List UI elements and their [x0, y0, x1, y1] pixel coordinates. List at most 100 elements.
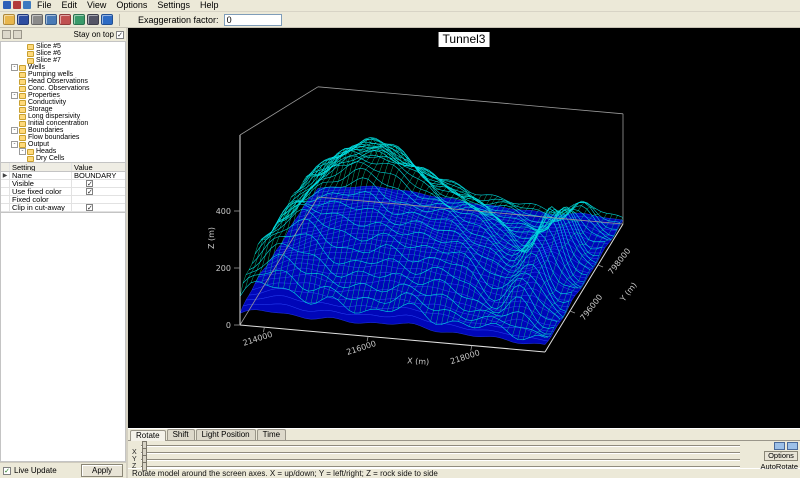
settings-grid-row[interactable]: ▶NameBOUNDARY: [1, 172, 125, 180]
tree-item-label: Wells: [28, 64, 45, 71]
menu-options[interactable]: Options: [111, 0, 152, 10]
tree-item[interactable]: Head Observations: [1, 78, 125, 85]
application-window: FileEditViewOptionsSettingsHelp Exaggera…: [0, 0, 800, 478]
copy-icon[interactable]: [45, 14, 57, 25]
exaggeration-factor-input[interactable]: [224, 14, 282, 26]
status-text: Rotate model around the screen axes. X =…: [132, 469, 438, 478]
menu-help[interactable]: Help: [195, 0, 224, 10]
print-icon[interactable]: [31, 14, 43, 25]
expand-all-icon[interactable]: [2, 30, 11, 39]
tab-time[interactable]: Time: [257, 429, 286, 440]
tree-item[interactable]: -Boundaries: [1, 127, 125, 134]
main-slider[interactable]: [141, 444, 740, 447]
rotation-controls-panel: RotateShiftLight PositionTime XYZ Option…: [128, 428, 800, 468]
grid-selector-column: [1, 163, 10, 171]
value-checkbox[interactable]: ✓: [86, 180, 93, 187]
value-checkbox[interactable]: ✓: [86, 204, 93, 211]
help-icon[interactable]: [101, 14, 113, 25]
folder-icon: [19, 142, 26, 148]
reset-view-button[interactable]: [787, 442, 798, 450]
tree-item-label: Initial concentration: [28, 120, 88, 127]
collapse-all-icon[interactable]: [13, 30, 22, 39]
tree-item[interactable]: Pumping wells: [1, 71, 125, 78]
open-folder-icon[interactable]: [3, 14, 15, 25]
toolbar-separator: [119, 14, 120, 26]
autorotate-button[interactable]: AutoRotate: [760, 462, 798, 471]
tree-item[interactable]: Conc. Observations: [1, 85, 125, 92]
model-icon[interactable]: [13, 1, 21, 9]
menu-settings[interactable]: Settings: [152, 0, 195, 10]
settings-grid-row[interactable]: Clip in cut-away✓: [1, 204, 125, 212]
grid-icon[interactable]: [73, 14, 85, 25]
plot-title[interactable]: Tunnel3: [439, 32, 490, 47]
tree-expander-icon[interactable]: -: [11, 92, 18, 99]
settings-grid-row[interactable]: Visible✓: [1, 180, 125, 188]
stay-on-top-checkbox[interactable]: ✓: [116, 31, 124, 39]
toolbar-icons: [3, 14, 113, 25]
tree-item[interactable]: Conductivity: [1, 99, 125, 106]
row-selector: [1, 188, 10, 195]
capture-button[interactable]: [774, 442, 785, 450]
settings-grid-body: ▶NameBOUNDARYVisible✓Use fixed color✓Fix…: [1, 172, 125, 212]
folder-icon: [27, 149, 34, 155]
live-update-checkbox[interactable]: ✓: [3, 467, 11, 475]
view-icon[interactable]: [23, 1, 31, 9]
tree-item-label: Properties: [28, 92, 60, 99]
tree-expander-icon[interactable]: -: [11, 141, 18, 148]
tree-item[interactable]: Slice #7: [1, 57, 125, 64]
tree-item[interactable]: Flow boundaries: [1, 134, 125, 141]
setting-value[interactable]: [72, 196, 125, 203]
tree-item-label: Dry Cells: [36, 155, 64, 162]
folder-icon: [19, 79, 26, 85]
tree-item[interactable]: Dry Cells: [1, 155, 125, 162]
value-checkbox[interactable]: ✓: [86, 188, 93, 195]
tree-item[interactable]: Storage: [1, 106, 125, 113]
setting-value[interactable]: ✓: [72, 180, 125, 187]
row-selector: [1, 196, 10, 203]
setting-value[interactable]: BOUNDARY: [72, 172, 125, 179]
tree-item[interactable]: - Output: [1, 141, 125, 148]
tab-light-position[interactable]: Light Position: [196, 429, 256, 440]
app-icon[interactable]: [3, 1, 11, 9]
settings-grid-row[interactable]: Use fixed color✓: [1, 188, 125, 196]
surface-plot[interactable]: 0200400Z (m)214000216000218000X (m)79600…: [128, 28, 800, 428]
tree-item[interactable]: -Heads: [1, 148, 125, 155]
tab-rotate[interactable]: Rotate: [130, 430, 166, 441]
tree-item[interactable]: Initial concentration: [1, 120, 125, 127]
tree-item[interactable]: Slice #5: [1, 43, 125, 50]
stay-on-top-label: Stay on top: [74, 30, 114, 39]
main-content: Stay on top ✓ Slice #5Slice #6Slice #7-W…: [0, 28, 800, 478]
slider-z[interactable]: [141, 465, 740, 468]
tree-expander-icon[interactable]: -: [19, 148, 26, 155]
options-button[interactable]: Options: [764, 451, 798, 461]
apply-button[interactable]: Apply: [81, 464, 123, 477]
menu-bar-items: FileEditViewOptionsSettingsHelp: [32, 0, 223, 11]
palette-icon[interactable]: [59, 14, 71, 25]
settings-grid-row[interactable]: Fixed color: [1, 196, 125, 204]
slider-x[interactable]: [141, 451, 740, 454]
tree-item[interactable]: Long dispersivity: [1, 113, 125, 120]
menu-file[interactable]: File: [32, 0, 57, 10]
menu-view[interactable]: View: [82, 0, 111, 10]
sidebar-toolbar: Stay on top ✓: [0, 28, 126, 41]
control-button-cluster: Options AutoRotate: [742, 442, 798, 471]
slider-thumb[interactable]: [142, 462, 147, 471]
setting-name: Fixed color: [10, 196, 72, 203]
slider-y[interactable]: [141, 458, 740, 461]
menu-bar: FileEditViewOptionsSettingsHelp: [0, 0, 800, 12]
3d-viewport[interactable]: 0200400Z (m)214000216000218000X (m)79600…: [128, 28, 800, 428]
tree-item[interactable]: - Properties: [1, 92, 125, 99]
camera-icon[interactable]: [87, 14, 99, 25]
setting-value[interactable]: ✓: [72, 188, 125, 195]
tree-expander-icon[interactable]: -: [11, 64, 18, 71]
tree-item-label: Output: [28, 141, 49, 148]
setting-value[interactable]: ✓: [72, 204, 125, 211]
tree-expander-icon[interactable]: -: [11, 127, 18, 134]
settings-grid: Setting Value ▶NameBOUNDARYVisible✓Use f…: [0, 163, 126, 213]
tab-shift[interactable]: Shift: [167, 429, 195, 440]
menu-edit[interactable]: Edit: [57, 0, 83, 10]
save-icon[interactable]: [17, 14, 29, 25]
tree-item[interactable]: - Wells: [1, 64, 125, 71]
tree-item[interactable]: Slice #6: [1, 50, 125, 57]
axis-tick-label: 0: [226, 321, 231, 330]
